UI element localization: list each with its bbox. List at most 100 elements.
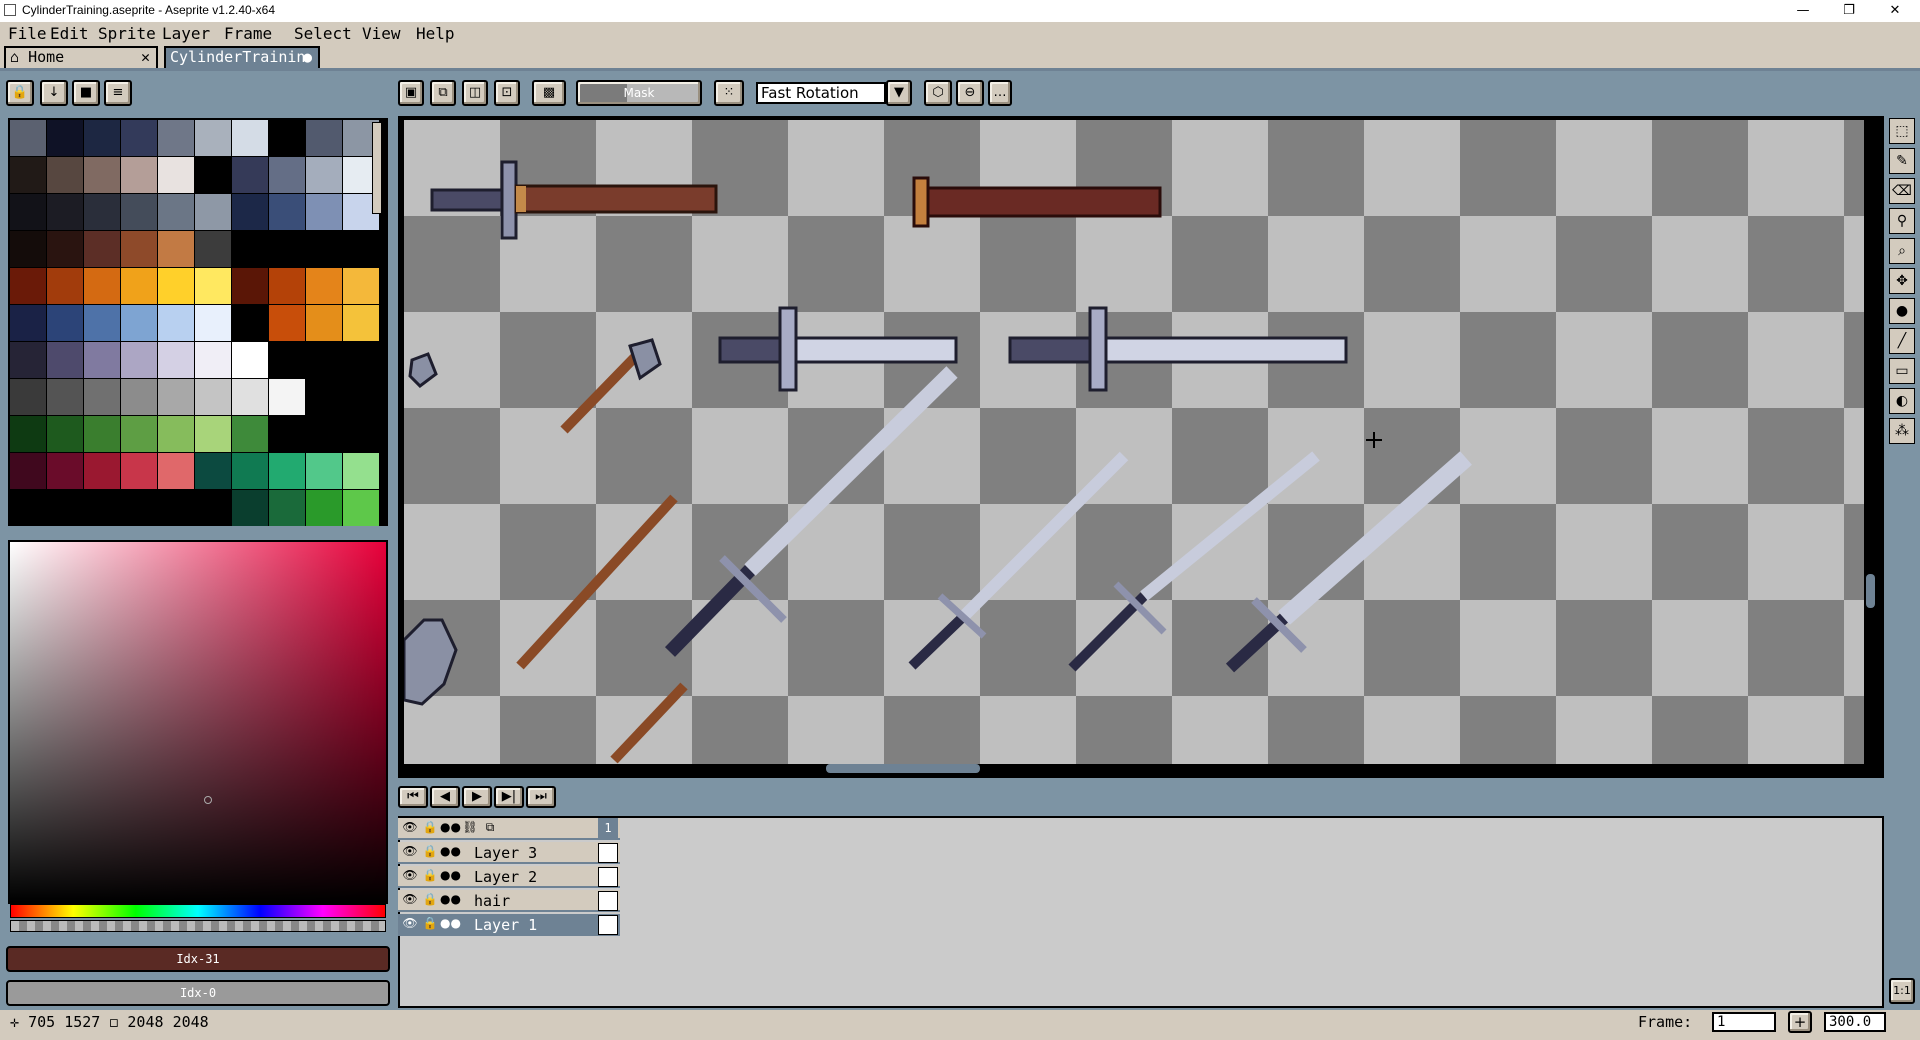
palette-swatch[interactable] [47,342,83,378]
sprite-canvas[interactable] [404,120,1864,764]
palette-swatch[interactable] [269,231,305,267]
palette-swatch[interactable] [158,305,194,341]
selection-intersect-icon[interactable]: ⊡ [494,80,520,106]
link-cels-icon[interactable]: ⛓ [460,820,480,838]
chevron-down-icon[interactable]: ▼ [886,80,912,106]
continuous-icon[interactable]: ●● [440,844,461,862]
palette-swatch[interactable] [10,120,46,156]
palette-swatch[interactable] [306,194,342,230]
palette-swatch[interactable] [269,416,305,452]
palette-swatch[interactable] [158,416,194,452]
palette-swatch[interactable] [10,305,46,341]
palette-swatch[interactable] [158,194,194,230]
palette-swatch[interactable] [269,305,305,341]
new-layer-icon[interactable]: ⧉ [480,820,500,838]
palette-swatch[interactable] [121,379,157,415]
palette-swatch[interactable] [269,120,305,156]
palette-swatch[interactable] [195,453,231,489]
palette-swatch[interactable] [269,453,305,489]
palette-menu-icon[interactable]: ≡ [104,80,132,106]
drop-pixels-outline-icon[interactable]: ⊖ [956,80,984,106]
hue-slider[interactable] [10,904,386,918]
palette-swatch[interactable] [306,120,342,156]
fill-tool-icon[interactable]: ● [1889,298,1915,324]
palette-swatch[interactable] [343,490,379,526]
palette-swatch[interactable] [269,157,305,193]
palette-swatch[interactable] [121,490,157,526]
palette-swatch[interactable] [195,194,231,230]
palette-swatch[interactable] [47,416,83,452]
palette-swatch[interactable] [232,453,268,489]
palette-swatch[interactable] [195,231,231,267]
eye-icon[interactable]: 👁 [400,820,420,838]
alpha-slider[interactable] [10,920,386,932]
layer-row[interactable]: 👁 🔒 ●● Layer 3 [398,842,620,864]
palette-swatch[interactable] [84,268,120,304]
blur-tool-icon[interactable]: ◐ [1889,388,1915,414]
palette-swatch[interactable] [269,194,305,230]
frame-header-cell[interactable]: 1 [598,818,618,838]
eye-icon[interactable]: 👁 [400,916,420,934]
more-options-icon[interactable]: … [988,80,1012,106]
canvas-horizontal-scrollbar[interactable] [826,764,980,773]
palette-swatch[interactable] [84,194,120,230]
palette-swatch[interactable] [121,453,157,489]
palette-swatch[interactable] [47,194,83,230]
palette-swatch[interactable] [232,194,268,230]
palette-swatch[interactable] [158,231,194,267]
download-palette-icon[interactable]: ↓ [40,80,68,106]
sort-palette-icon[interactable]: ■ [72,80,100,106]
palette-swatch[interactable] [158,490,194,526]
menu-view[interactable]: View [362,24,401,43]
palette-swatch[interactable] [232,120,268,156]
palette-swatch[interactable] [10,268,46,304]
pencil-tool-icon[interactable]: ✎ [1889,148,1915,174]
color-picker-cursor[interactable] [204,796,212,804]
lock-icon[interactable]: 🔒 [420,892,440,910]
lock-icon[interactable]: 🔒 [420,844,440,862]
lock-icon[interactable]: 🔒 [420,916,440,934]
palette-swatch[interactable] [121,120,157,156]
palette-swatch[interactable] [232,268,268,304]
palette-swatch[interactable] [343,379,379,415]
selection-add-icon[interactable]: ⧉ [430,80,456,106]
background-color-button[interactable]: Idx-0 [6,980,390,1006]
palette-swatch[interactable] [121,231,157,267]
palette-swatch[interactable] [195,416,231,452]
palette-swatch[interactable] [10,231,46,267]
palette-swatch[interactable] [306,305,342,341]
palette-swatch[interactable] [158,157,194,193]
menu-select[interactable]: Select [294,24,352,43]
palette-swatch[interactable] [47,157,83,193]
palette-swatch[interactable] [84,305,120,341]
rectangle-tool-icon[interactable]: ▭ [1889,358,1915,384]
drop-pixels-icon[interactable]: ⬡ [924,80,952,106]
palette-swatch[interactable] [195,379,231,415]
palette-swatch[interactable] [343,231,379,267]
lock-icon[interactable]: 🔒 [420,820,440,838]
palette-swatch[interactable] [158,268,194,304]
palette-swatch[interactable] [306,268,342,304]
menu-file[interactable]: File [8,24,47,43]
lock-palette-icon[interactable]: 🔒 [6,80,34,106]
eye-icon[interactable]: 👁 [400,868,420,886]
palette-swatch[interactable] [343,342,379,378]
selection-replace-icon[interactable]: ▣ [398,80,424,106]
palette-swatch[interactable] [10,194,46,230]
palette-swatch[interactable] [232,231,268,267]
palette-swatch[interactable] [232,490,268,526]
zoom-input[interactable]: 300.0 [1824,1012,1886,1032]
minimize-button[interactable]: — [1780,0,1826,22]
previous-frame-icon[interactable]: ◀ [430,786,460,808]
palette-swatch[interactable] [121,194,157,230]
palette-swatch[interactable] [10,342,46,378]
palette-swatch[interactable] [343,416,379,452]
selection-subtract-icon[interactable]: ◫ [462,80,488,106]
palette-swatch[interactable] [232,305,268,341]
palette-swatch[interactable] [195,268,231,304]
palette-swatch[interactable] [343,305,379,341]
layer-row-selected[interactable]: 👁 🔒 ●● Layer 1 [398,914,620,936]
tab-home[interactable]: ⌂ Home ✕ [4,46,158,68]
palette-scrollbar[interactable] [372,122,382,214]
onion-skin-icon[interactable]: ●● [440,820,461,838]
